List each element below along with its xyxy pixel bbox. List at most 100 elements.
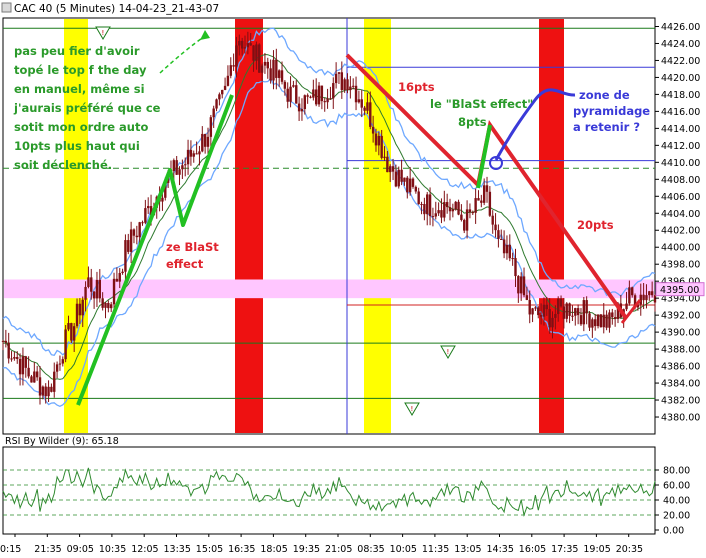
candle-body	[434, 213, 437, 217]
y-tick-label: 4420.00	[661, 73, 700, 84]
candle-body	[511, 258, 514, 260]
candle-body	[653, 295, 657, 303]
y-tick-label: 4414.00	[661, 124, 700, 135]
y-tick-label: 4382.00	[661, 396, 700, 407]
candle-body	[380, 135, 383, 158]
candle-body	[437, 210, 440, 214]
candle-body	[377, 135, 381, 146]
candle-body	[389, 166, 392, 173]
candle-body	[312, 89, 315, 98]
x-tick-label: 0:15	[0, 544, 21, 555]
candle-body	[366, 102, 369, 111]
x-tick-label: 13:05	[454, 544, 481, 555]
candle-body	[329, 98, 332, 100]
candle-body	[144, 208, 147, 223]
candle-body	[648, 291, 651, 296]
x-tick-label: 18:05	[260, 544, 287, 555]
y-tick-label: 4406.00	[661, 192, 700, 203]
candle-body	[585, 300, 588, 314]
candle-body	[363, 107, 366, 111]
candle-body	[565, 303, 568, 319]
candle-body	[346, 79, 349, 91]
candle-body	[135, 235, 139, 238]
candle-body	[596, 314, 600, 327]
candle-body	[360, 99, 363, 108]
candle-body	[75, 303, 79, 327]
x-tick-label: 14:35	[487, 544, 514, 555]
candle-body	[352, 85, 355, 87]
candle-body	[428, 194, 432, 217]
candle-body	[562, 306, 566, 319]
candle-body	[645, 295, 648, 301]
candle-body	[272, 59, 275, 81]
y-tick-label: 4390.00	[661, 328, 700, 339]
candle-body	[460, 214, 463, 220]
zone-label: pyramidage	[573, 104, 650, 118]
candle-body	[548, 309, 551, 328]
candle-body	[482, 185, 486, 203]
candle-body	[121, 271, 124, 274]
candle-body	[212, 108, 215, 118]
candle-body	[574, 308, 577, 316]
candle-body	[423, 204, 426, 215]
y-tick-label: 4426.00	[661, 22, 700, 33]
signal-mark: !	[102, 29, 105, 37]
rsi-tick-label: 20.00	[663, 511, 690, 522]
candle-body	[226, 75, 230, 86]
label-8pts: 8pts	[458, 115, 487, 129]
candle-body	[539, 315, 543, 317]
candle-body	[354, 85, 358, 103]
candle-body	[497, 230, 500, 239]
candle-body	[129, 229, 133, 252]
candle-body	[127, 240, 130, 252]
candle-body	[309, 96, 312, 98]
candle-body	[588, 313, 591, 328]
candle-body	[320, 85, 324, 102]
note-green-line: pas peu fier d'avoir	[14, 44, 140, 58]
candle-body	[132, 229, 136, 236]
candle-body	[90, 277, 93, 292]
candle-body	[203, 133, 207, 147]
candle-body	[488, 191, 492, 216]
candle-body	[283, 81, 287, 89]
rsi-tick-label: 60.00	[663, 481, 690, 492]
x-tick-label: 16:35	[228, 544, 255, 555]
candle-body	[431, 216, 435, 218]
candle-body	[235, 45, 238, 67]
candle-body	[141, 222, 144, 224]
x-tick-label: 17:35	[551, 544, 578, 555]
candle-body	[454, 201, 457, 210]
candle-body	[571, 315, 574, 317]
candle-body	[192, 153, 195, 157]
signal-mark: !	[447, 348, 450, 356]
candle-body	[485, 185, 489, 192]
candle-body	[1, 340, 5, 342]
candle-body	[559, 298, 563, 307]
candle-body	[457, 201, 460, 215]
candle-body	[269, 68, 272, 81]
x-tick-label: 08:35	[357, 544, 384, 555]
candle-body	[223, 85, 227, 90]
candle-body	[161, 197, 164, 202]
candle-body	[371, 126, 375, 134]
candle-body	[215, 99, 218, 109]
candle-body	[295, 85, 298, 104]
red-zone-1	[235, 19, 263, 433]
candle-body	[556, 298, 560, 315]
candle-body	[445, 202, 449, 208]
candle-body	[24, 356, 27, 368]
signal-mark: !	[411, 405, 414, 413]
candle-body	[631, 287, 634, 296]
candle-body	[27, 367, 30, 377]
candle-body	[16, 356, 19, 359]
candle-body	[175, 160, 178, 175]
candle-body	[206, 136, 210, 147]
price-chart[interactable]: CAC 40 (5 Minutes) 14-04-23_21-43-07!!! p…	[0, 0, 706, 558]
candle-body	[323, 101, 326, 103]
candle-body	[275, 59, 278, 78]
candle-body	[306, 95, 309, 97]
candle-body	[332, 83, 335, 99]
candle-body	[474, 198, 477, 213]
candle-body	[138, 222, 141, 238]
candle-body	[443, 202, 446, 218]
